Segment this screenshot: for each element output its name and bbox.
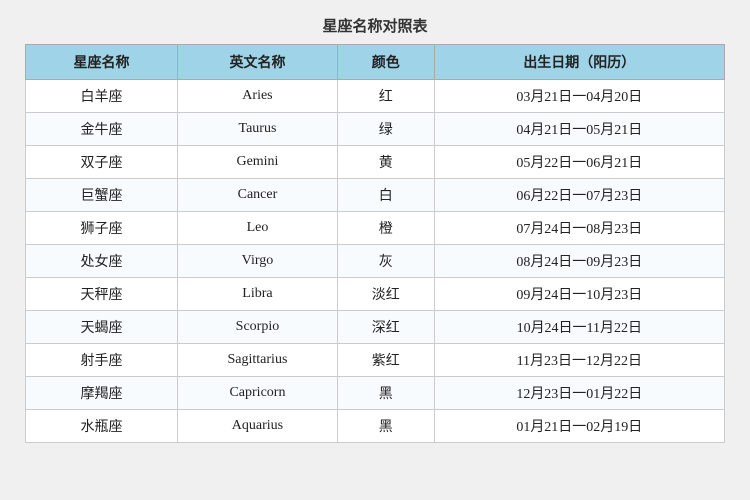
cell-en: Sagittarius (178, 344, 338, 377)
zodiac-table: 星座名称 英文名称 颜色 出生日期（阳历） 白羊座Aries红03月21日一04… (25, 44, 725, 443)
cell-en: Virgo (178, 245, 338, 278)
cell-dates: 09月24日一10月23日 (434, 278, 724, 311)
cell-dates: 01月21日一02月19日 (434, 410, 724, 443)
table-row: 水瓶座Aquarius黑01月21日一02月19日 (26, 410, 725, 443)
cell-zh: 白羊座 (26, 80, 178, 113)
cell-en: Aquarius (178, 410, 338, 443)
table-row: 双子座Gemini黄05月22日一06月21日 (26, 146, 725, 179)
cell-color: 黄 (337, 146, 434, 179)
table-row: 处女座Virgo灰08月24日一09月23日 (26, 245, 725, 278)
cell-color: 橙 (337, 212, 434, 245)
header-dates: 出生日期（阳历） (434, 45, 724, 80)
cell-color: 白 (337, 179, 434, 212)
cell-color: 灰 (337, 245, 434, 278)
cell-zh: 天秤座 (26, 278, 178, 311)
cell-zh: 天蝎座 (26, 311, 178, 344)
cell-color: 绿 (337, 113, 434, 146)
page-title: 星座名称对照表 (25, 15, 725, 36)
header-zh: 星座名称 (26, 45, 178, 80)
cell-dates: 10月24日一11月22日 (434, 311, 724, 344)
cell-zh: 金牛座 (26, 113, 178, 146)
cell-zh: 狮子座 (26, 212, 178, 245)
cell-dates: 08月24日一09月23日 (434, 245, 724, 278)
cell-dates: 03月21日一04月20日 (434, 80, 724, 113)
cell-zh: 射手座 (26, 344, 178, 377)
table-row: 天秤座Libra淡红09月24日一10月23日 (26, 278, 725, 311)
cell-color: 黑 (337, 410, 434, 443)
table-row: 白羊座Aries红03月21日一04月20日 (26, 80, 725, 113)
cell-en: Scorpio (178, 311, 338, 344)
cell-zh: 双子座 (26, 146, 178, 179)
cell-zh: 处女座 (26, 245, 178, 278)
cell-dates: 11月23日一12月22日 (434, 344, 724, 377)
cell-dates: 07月24日一08月23日 (434, 212, 724, 245)
cell-en: Aries (178, 80, 338, 113)
table-row: 天蝎座Scorpio深红10月24日一11月22日 (26, 311, 725, 344)
table-container: 星座名称对照表 星座名称 英文名称 颜色 出生日期（阳历） 白羊座Aries红0… (25, 15, 725, 443)
table-row: 射手座Sagittarius紫红11月23日一12月22日 (26, 344, 725, 377)
cell-en: Cancer (178, 179, 338, 212)
table-row: 狮子座Leo橙07月24日一08月23日 (26, 212, 725, 245)
cell-zh: 摩羯座 (26, 377, 178, 410)
cell-color: 红 (337, 80, 434, 113)
cell-dates: 04月21日一05月21日 (434, 113, 724, 146)
cell-dates: 05月22日一06月21日 (434, 146, 724, 179)
table-header-row: 星座名称 英文名称 颜色 出生日期（阳历） (26, 45, 725, 80)
table-row: 摩羯座Capricorn黑12月23日一01月22日 (26, 377, 725, 410)
cell-en: Libra (178, 278, 338, 311)
cell-en: Taurus (178, 113, 338, 146)
table-row: 金牛座Taurus绿04月21日一05月21日 (26, 113, 725, 146)
cell-en: Capricorn (178, 377, 338, 410)
header-en: 英文名称 (178, 45, 338, 80)
cell-color: 深红 (337, 311, 434, 344)
cell-en: Gemini (178, 146, 338, 179)
cell-zh: 水瓶座 (26, 410, 178, 443)
cell-dates: 12月23日一01月22日 (434, 377, 724, 410)
table-row: 巨蟹座Cancer白06月22日一07月23日 (26, 179, 725, 212)
cell-en: Leo (178, 212, 338, 245)
cell-color: 紫红 (337, 344, 434, 377)
cell-color: 黑 (337, 377, 434, 410)
cell-dates: 06月22日一07月23日 (434, 179, 724, 212)
cell-zh: 巨蟹座 (26, 179, 178, 212)
header-color: 颜色 (337, 45, 434, 80)
cell-color: 淡红 (337, 278, 434, 311)
